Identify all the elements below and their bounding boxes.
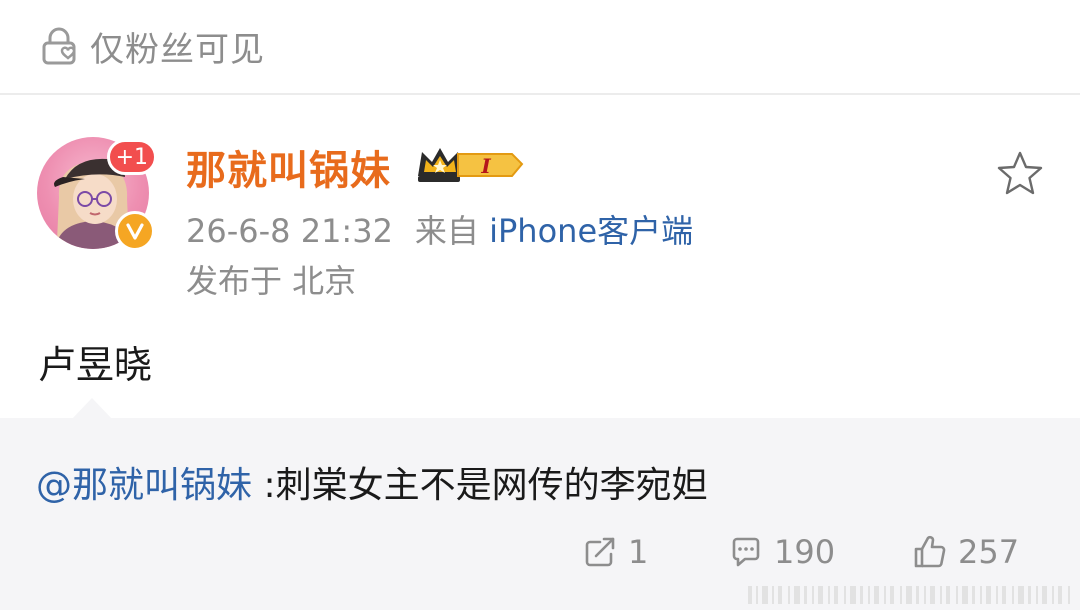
comment-icon bbox=[732, 537, 760, 567]
lock-heart-icon bbox=[42, 27, 76, 65]
source-prefix: 来自 bbox=[414, 212, 479, 250]
quote-body-text: :刺棠女主不是网传的李宛妲 bbox=[252, 465, 708, 506]
source-app-link[interactable]: iPhone客户端 bbox=[489, 212, 693, 250]
like-button[interactable]: 257 bbox=[912, 528, 1019, 576]
share-count: 1 bbox=[628, 533, 649, 571]
like-count: 257 bbox=[958, 533, 1020, 571]
comment-count: 190 bbox=[774, 533, 836, 571]
quote-mention-link[interactable]: @那就叫锅妹 bbox=[36, 465, 252, 506]
visibility-bar: 仅粉丝可见 bbox=[0, 0, 1080, 92]
share-icon bbox=[585, 537, 615, 567]
star-outline-icon[interactable] bbox=[994, 148, 1046, 200]
visibility-label: 仅粉丝可见 bbox=[90, 29, 265, 70]
quote-pointer bbox=[72, 398, 112, 419]
level-badge-letter: I bbox=[480, 154, 491, 178]
quoted-post-text[interactable]: @那就叫锅妹 :刺棠女主不是网传的李宛妲 bbox=[36, 456, 708, 508]
post-body-text: 卢昱晓 bbox=[38, 343, 153, 387]
author-name[interactable]: 那就叫锅妹 bbox=[186, 138, 391, 196]
verified-v-icon bbox=[115, 211, 155, 251]
new-count-badge: +1 bbox=[106, 139, 157, 175]
post-location: 发布于 北京 bbox=[186, 262, 357, 300]
crown-icon[interactable]: I bbox=[416, 142, 528, 186]
barcode-watermark bbox=[748, 586, 1070, 604]
divider bbox=[0, 93, 1080, 95]
share-button[interactable]: 1 bbox=[582, 528, 648, 576]
weibo-post-card: 仅粉丝可见 +1 那就叫锅妹 I 26-6-8 21:32 来自 iPhone客… bbox=[0, 0, 1080, 610]
post-meta: 26-6-8 21:32 来自 iPhone客户端 bbox=[186, 206, 693, 252]
action-bar: 1 190 257 bbox=[0, 528, 1080, 576]
comment-button[interactable]: 190 bbox=[728, 528, 835, 576]
avatar[interactable]: +1 bbox=[37, 137, 157, 251]
thumbs-up-icon bbox=[914, 535, 946, 568]
post-timestamp: 26-6-8 21:32 bbox=[186, 212, 393, 250]
